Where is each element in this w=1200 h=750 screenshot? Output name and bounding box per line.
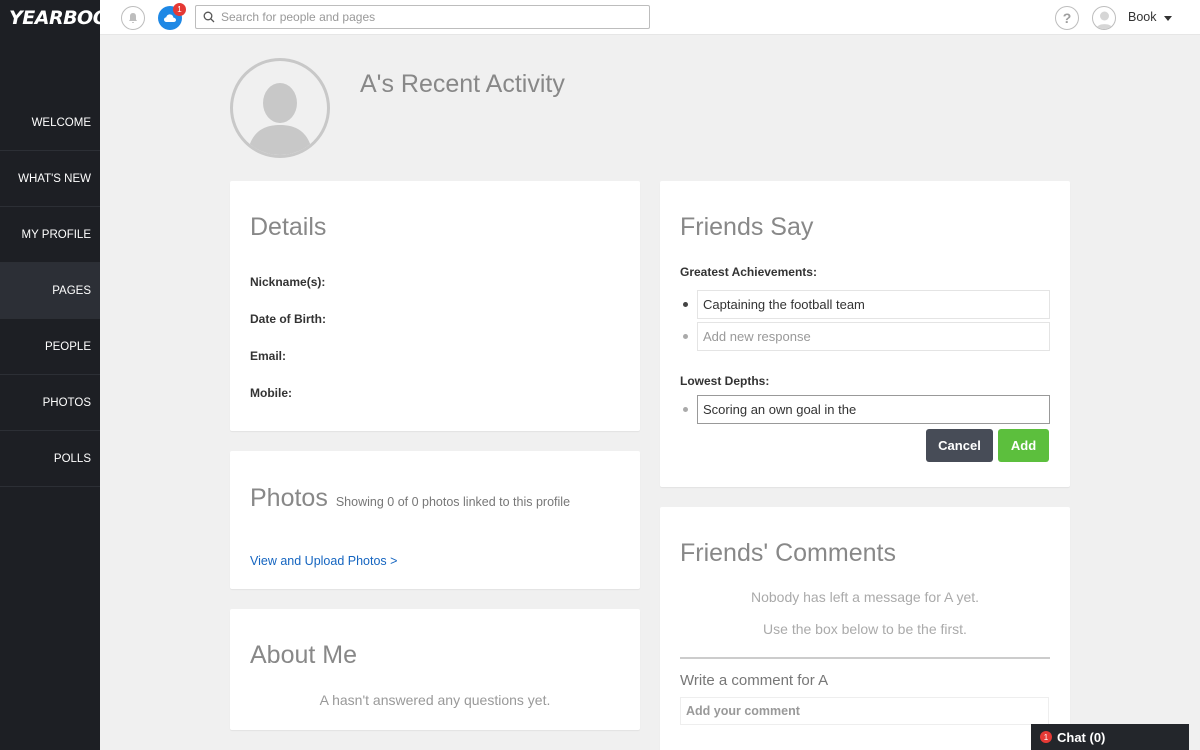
new-response-input[interactable]: [697, 322, 1050, 351]
achievements-label: Greatest Achievements:: [680, 265, 817, 279]
add-button[interactable]: Add: [998, 429, 1049, 462]
lowest-depths-label: Lowest Depths:: [680, 374, 770, 388]
user-name[interactable]: Book: [1128, 10, 1157, 24]
sidebar-item-pages[interactable]: PAGES: [0, 263, 100, 319]
list-item: Captaining the football team: [683, 290, 1050, 319]
chat-badge: 1: [1040, 731, 1052, 743]
about-card: About Me A hasn't answered any questions…: [230, 609, 640, 730]
sidebar-item-welcome[interactable]: WELCOME: [0, 95, 100, 151]
lowest-depths-input[interactable]: [697, 395, 1050, 424]
list-item: [683, 322, 1050, 351]
search-input[interactable]: [221, 10, 641, 24]
chevron-down-icon[interactable]: [1164, 16, 1172, 21]
search-icon: [203, 11, 215, 23]
details-card: Details Nickname(s): Date of Birth: Emai…: [230, 181, 640, 431]
help-icon[interactable]: ?: [1055, 6, 1079, 30]
user-avatar[interactable]: [1092, 6, 1116, 30]
photos-card: Photos Showing 0 of 0 photos linked to th…: [230, 451, 640, 589]
page-title: A's Recent Activity: [360, 70, 565, 98]
list-item: [683, 395, 1050, 424]
write-comment-label: Write a comment for A: [680, 672, 829, 689]
top-bar: 1 ? Book: [100, 0, 1200, 35]
chat-label: Chat (0): [1057, 729, 1106, 745]
detail-nickname-label: Nickname(s):: [250, 275, 326, 289]
bullet-icon: [683, 407, 688, 412]
details-title: Details: [250, 213, 327, 241]
friends-say-title: Friends Say: [680, 213, 814, 241]
friends-say-card: Friends Say Greatest Achievements: Capta…: [660, 181, 1070, 487]
bullet-icon: [683, 302, 688, 307]
detail-dob-label: Date of Birth:: [250, 312, 326, 326]
yearbook-logo[interactable]: YEARBOOK: [0, 0, 123, 35]
sidebar-item-photos[interactable]: PHOTOS: [0, 375, 100, 431]
bullet-icon: [683, 334, 688, 339]
sidebar-item-people[interactable]: PEOPLE: [0, 319, 100, 375]
comments-title: Friends' Comments: [680, 539, 896, 567]
chat-button[interactable]: 1 Chat (0): [1031, 724, 1189, 750]
profile-avatar: [230, 58, 330, 158]
notification-cloud-icon[interactable]: 1: [158, 3, 186, 30]
about-empty-message: A hasn't answered any questions yet.: [319, 692, 551, 708]
photos-count: Showing 0 of 0 photos linked to this pro…: [335, 495, 571, 509]
sidebar-item-my-profile[interactable]: MY PROFILE: [0, 207, 100, 263]
sidebar-nav: WELCOME WHAT'S NEW MY PROFILE PAGES PEOP…: [0, 95, 100, 487]
sidebar-item-whats-new[interactable]: WHAT'S NEW: [0, 151, 100, 207]
friends-comments-card: Friends' Comments Nobody has left a mess…: [660, 507, 1070, 750]
comments-empty-line-1: Nobody has left a message for A yet.: [750, 589, 980, 605]
achievement-response[interactable]: Captaining the football team: [697, 290, 1050, 319]
cancel-button[interactable]: Cancel: [926, 429, 993, 462]
bell-icon[interactable]: [121, 6, 145, 30]
view-upload-photos-link[interactable]: View and Upload Photos >: [250, 554, 397, 568]
notification-badge: 1: [173, 3, 186, 16]
about-title: About Me: [250, 641, 358, 669]
sidebar: YEARBOOK WELCOME WHAT'S NEW MY PROFILE P…: [0, 0, 123, 750]
comments-empty-line-2: Use the box below to be the first.: [763, 621, 967, 637]
sidebar-item-polls[interactable]: POLLS: [0, 431, 100, 487]
detail-mobile-label: Mobile:: [250, 386, 292, 400]
comments-divider: [680, 657, 1050, 659]
comment-input[interactable]: [680, 697, 1049, 725]
search-bar: [195, 5, 650, 29]
photos-title: Photos: [250, 484, 328, 512]
detail-email-label: Email:: [250, 349, 287, 363]
